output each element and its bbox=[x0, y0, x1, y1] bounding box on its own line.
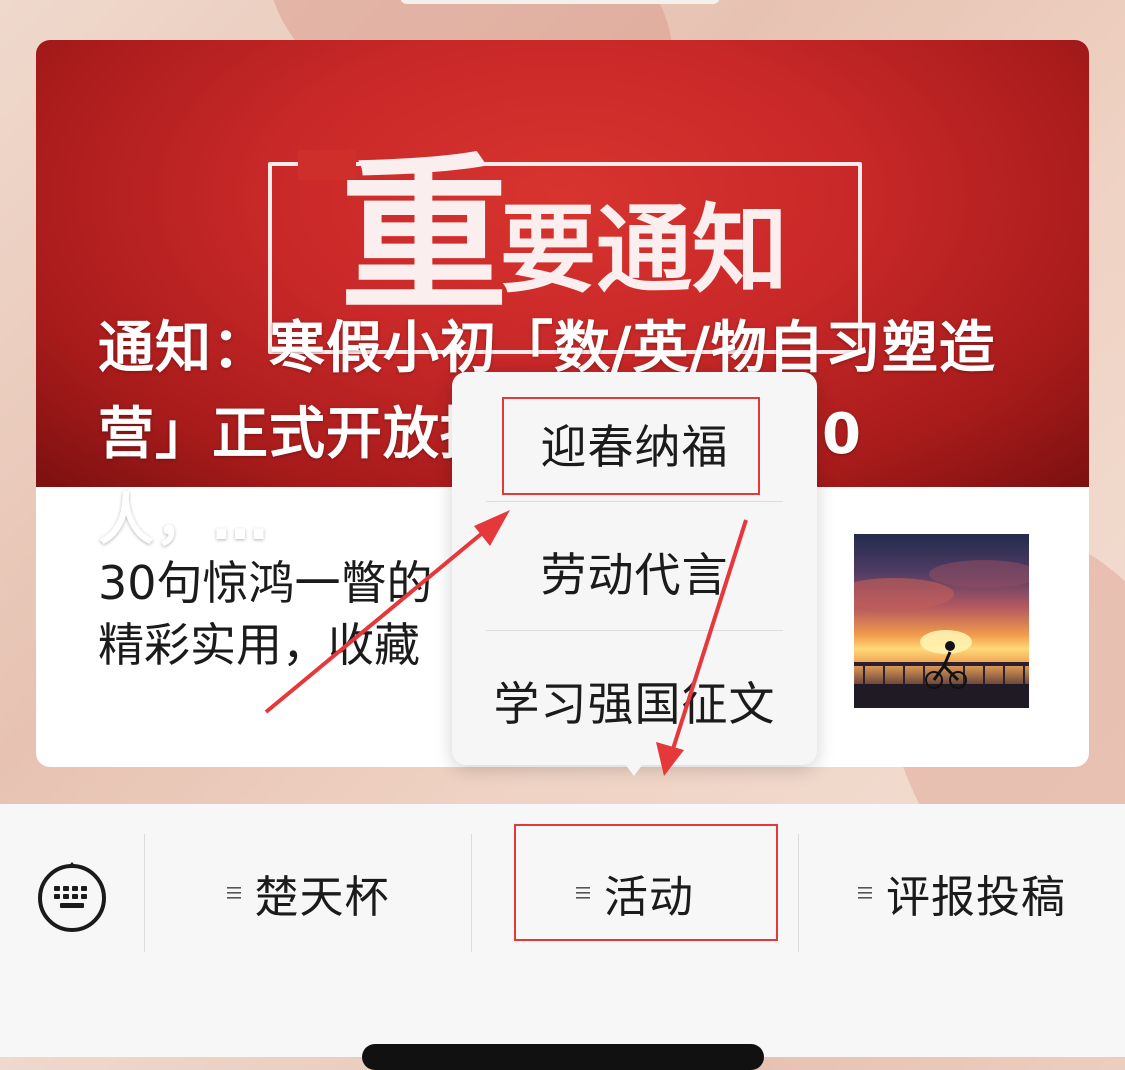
highlight-box-activities-tab bbox=[514, 824, 778, 941]
previous-card-edge bbox=[400, 0, 720, 4]
keyboard-toggle-button[interactable] bbox=[36, 860, 108, 932]
sunset-cyclist-image bbox=[854, 560, 1029, 708]
submenu-divider bbox=[486, 630, 783, 631]
menu-icon bbox=[858, 887, 872, 899]
tab-label: 楚天杯 bbox=[254, 872, 390, 923]
article-item-title[interactable]: 30句惊鸿一瞥的 精彩实用，收藏 bbox=[98, 552, 498, 676]
keyboard-icon bbox=[38, 862, 106, 932]
tab-label: 评报投稿 bbox=[886, 872, 1066, 923]
banner-title-rest: 要通知 bbox=[500, 194, 788, 306]
banner-title-big: 重 bbox=[340, 138, 508, 334]
tab-chutianbei[interactable]: 楚天杯 bbox=[145, 834, 471, 952]
menu-icon bbox=[226, 887, 241, 899]
tab-submit-manuscript[interactable]: 评报投稿 bbox=[799, 834, 1125, 952]
submenu-item-laodong-daiyan[interactable]: 劳动代言 bbox=[452, 508, 817, 636]
home-indicator bbox=[362, 1044, 764, 1070]
highlight-box-yingchun-nafu bbox=[502, 397, 760, 495]
submenu-item-xuexi-qiangguo-zhengwen[interactable]: 学习强国征文 bbox=[452, 637, 817, 765]
submenu-caret bbox=[622, 760, 646, 776]
submenu-divider bbox=[486, 501, 783, 502]
article-thumbnail[interactable] bbox=[854, 534, 1029, 708]
